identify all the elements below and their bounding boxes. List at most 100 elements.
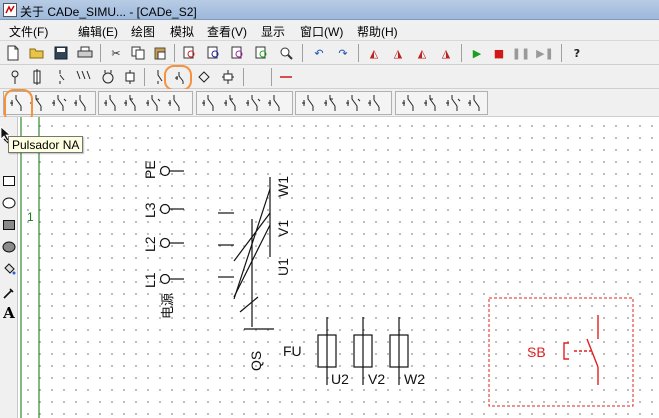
switch-icon[interactable] — [50, 67, 70, 87]
pushbutton-variant-icon[interactable] — [104, 95, 116, 111]
menu-view[interactable]: 查看(V) — [207, 23, 247, 40]
pushbutton-variant-icon[interactable] — [368, 95, 380, 111]
pushbutton-variant-icon[interactable] — [446, 95, 461, 111]
separator — [461, 44, 462, 62]
window-title: 关于 CADe_SIMU... - [CADe_S2] — [20, 5, 197, 19]
paste-icon[interactable] — [150, 43, 170, 63]
label-sb: SB — [527, 344, 546, 360]
pushbutton-variant-icon[interactable] — [124, 95, 136, 111]
flip-vertical-icon[interactable]: ◮ — [436, 43, 456, 63]
align-left-icon[interactable]: ◭ — [364, 43, 384, 63]
print-icon[interactable] — [75, 43, 95, 63]
label-fu: FU — [283, 343, 302, 359]
stop-simulation-icon[interactable]: ■ — [489, 43, 509, 63]
separator — [174, 44, 175, 62]
open-folder-icon[interactable] — [27, 43, 47, 63]
undo-icon[interactable]: ↶ — [309, 43, 329, 63]
redo-icon[interactable]: ↷ — [333, 43, 353, 63]
separator — [243, 68, 244, 86]
fuse-icon[interactable] — [27, 67, 47, 87]
ellipse-tool-icon[interactable] — [1, 195, 17, 211]
run-simulation-icon[interactable]: ▶ — [467, 43, 487, 63]
zoom-window-icon[interactable] — [276, 43, 296, 63]
fill-bucket-icon[interactable] — [1, 261, 17, 277]
new-file-icon[interactable] — [3, 43, 23, 63]
menu-simulate[interactable]: 模拟 — [170, 23, 194, 40]
label-pe: PE — [142, 160, 158, 179]
label-power-source: 电源 — [160, 293, 175, 319]
align-center-icon[interactable]: ◮ — [388, 43, 408, 63]
separator — [271, 68, 272, 86]
pause-simulation-icon[interactable]: ❚❚ — [511, 43, 531, 63]
switch-qs[interactable] — [218, 177, 274, 330]
pushbutton-variant-icon[interactable] — [468, 95, 480, 111]
pushbutton-variant-icon[interactable] — [146, 95, 161, 111]
menu-edit[interactable]: 编辑(E) — [78, 23, 118, 40]
separator — [100, 44, 101, 62]
coil-icon[interactable] — [120, 67, 140, 87]
menu-help[interactable]: 帮助(H) — [357, 23, 398, 40]
label-qs: QS — [248, 351, 264, 371]
terminal-l1[interactable] — [159, 273, 171, 285]
diamond-sensor-icon[interactable] — [194, 67, 214, 87]
pushbutton-variant-icon[interactable] — [268, 95, 280, 111]
pushbutton-variant-icon[interactable] — [302, 95, 314, 111]
pushbutton-variant-icon[interactable] — [246, 95, 261, 111]
pushbutton-variant-icon[interactable] — [324, 95, 336, 111]
pushbutton-sb[interactable] — [563, 315, 599, 385]
label-w1: W1 — [275, 176, 291, 197]
selection-box[interactable] — [488, 297, 634, 407]
cut-icon[interactable]: ✂ — [106, 43, 126, 63]
timer-icon[interactable] — [218, 67, 238, 87]
help-icon[interactable]: ? — [567, 43, 587, 63]
drawing-palette: A — [0, 117, 18, 418]
wire-red-icon[interactable] — [276, 67, 296, 87]
drawing-canvas[interactable]: 1 PE L3 L2 L1 电源 W1 V1 U1 QS FU U2 V2 W2… — [18, 117, 659, 418]
breaker-icon[interactable] — [74, 67, 94, 87]
pushbutton-variant-icon[interactable] — [74, 95, 86, 111]
zoom-out-icon[interactable] — [228, 43, 248, 63]
label-l3: L3 — [142, 202, 158, 218]
menu-display[interactable]: 显示 — [261, 23, 285, 40]
flip-horizontal-icon[interactable]: ◭ — [412, 43, 432, 63]
rectangle-tool-icon[interactable] — [1, 173, 17, 189]
component-category-toolbar — [0, 65, 659, 89]
terminal-pe[interactable] — [159, 165, 171, 177]
menu-bar: 文件(F) 编辑(E) 绘图 模拟 查看(V) 显示 窗口(W) 帮助(H) — [0, 20, 659, 41]
label-l2: L2 — [142, 236, 158, 252]
zoom-page-icon[interactable] — [180, 43, 200, 63]
pushbutton-variant-icon[interactable] — [202, 95, 214, 111]
label-v1: V1 — [275, 220, 291, 237]
filled-ellipse-tool-icon[interactable] — [1, 239, 17, 255]
tooltip: Pulsador NA — [8, 136, 84, 153]
save-icon[interactable] — [51, 43, 71, 63]
zoom-in-icon[interactable] — [204, 43, 224, 63]
menu-draw[interactable]: 绘图 — [131, 23, 155, 40]
blank-tool-icon[interactable] — [247, 67, 267, 87]
menu-window[interactable]: 窗口(W) — [300, 23, 343, 40]
pushbutton-variant-icon[interactable] — [52, 95, 67, 111]
supply-terminal-icon[interactable] — [5, 67, 25, 87]
pushbutton-variant-icon[interactable] — [402, 95, 414, 111]
pushbutton-variant-icon[interactable] — [346, 95, 361, 111]
pushbutton-variant-icon[interactable] — [168, 95, 180, 111]
pushbutton-variant-icon[interactable] — [424, 95, 436, 111]
title-bar: 关于 CADe_SIMU... - [CADe_S2] — [0, 0, 659, 20]
copy-icon[interactable] — [128, 43, 148, 63]
pushbutton-variant-icon[interactable] — [224, 95, 236, 111]
filled-rectangle-tool-icon[interactable] — [1, 217, 17, 233]
terminal-l3[interactable] — [159, 203, 171, 215]
separator — [302, 44, 303, 62]
text-tool-icon[interactable]: A — [1, 304, 17, 322]
motor-icon[interactable] — [98, 67, 118, 87]
separator — [358, 44, 359, 62]
label-v2: V2 — [368, 371, 385, 387]
step-simulation-icon[interactable]: ▶❚ — [535, 43, 555, 63]
highlight-ring-category — [164, 65, 192, 91]
menu-file[interactable]: 文件(F) — [9, 23, 48, 40]
label-l1: L1 — [142, 272, 158, 288]
zoom-fit-icon[interactable] — [252, 43, 272, 63]
terminal-l2[interactable] — [159, 237, 171, 249]
separator — [561, 44, 562, 62]
eyedropper-icon[interactable] — [1, 285, 17, 301]
